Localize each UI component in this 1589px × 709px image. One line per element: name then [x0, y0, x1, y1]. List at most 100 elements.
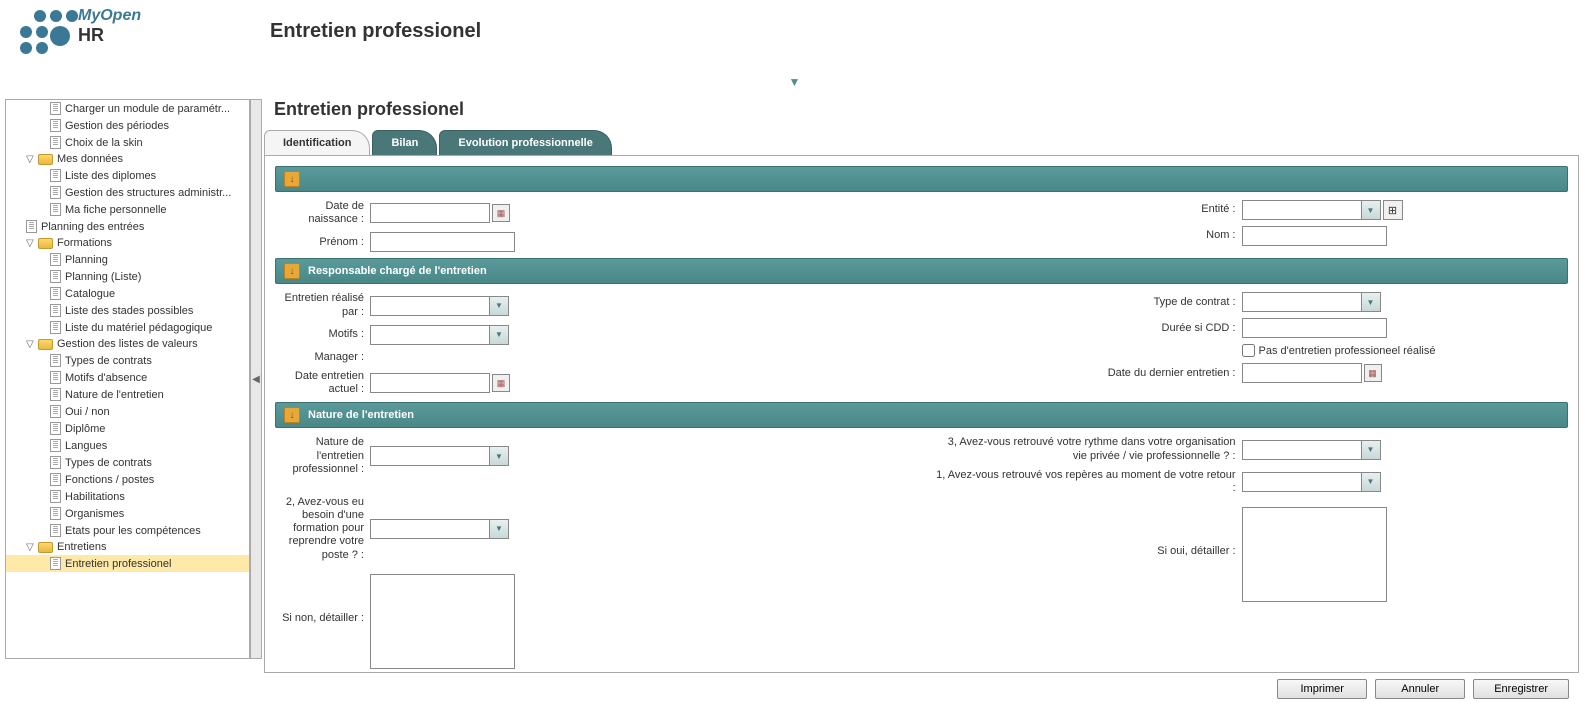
tree-item[interactable]: Liste des diplomes [6, 167, 249, 184]
sidebar-collapse-handle[interactable]: ◀ [250, 99, 262, 659]
tree-expand-icon[interactable]: ▽ [26, 154, 38, 165]
tree-item-label: Langues [65, 440, 107, 452]
dropdown-icon[interactable]: ▼ [1361, 200, 1381, 220]
tree-item[interactable]: Oui / non [6, 403, 249, 420]
tree-item[interactable]: Liste des stades possibles [6, 302, 249, 319]
tree-item[interactable]: Fonctions / postes [6, 471, 249, 488]
section-responsable: ↓ Responsable chargé de l'entretien [275, 258, 1568, 284]
label-motifs: Motifs : [275, 328, 370, 341]
calendar-icon[interactable]: ▦ [492, 204, 510, 222]
input-motifs[interactable] [370, 325, 490, 345]
input-date-naissance[interactable] [370, 203, 490, 223]
label-nature-entretien: Nature de l'entretien professionnel : [275, 436, 370, 476]
section-toggle-icon[interactable]: ↓ [284, 263, 300, 279]
input-duree-cdd[interactable] [1242, 318, 1387, 338]
tree-item[interactable]: Etats pour les compétences [6, 522, 249, 539]
dropdown-icon[interactable]: ▼ [1361, 292, 1381, 312]
collapse-header-icon[interactable]: ▼ [0, 75, 1589, 89]
tree-item[interactable]: ▽Gestion des listes de valeurs [6, 336, 249, 352]
file-icon [50, 439, 61, 452]
tree-item[interactable]: Types de contrats [6, 352, 249, 369]
tree-item[interactable]: ▽Mes données [6, 151, 249, 167]
dropdown-icon[interactable]: ▼ [489, 446, 509, 466]
dropdown-icon[interactable]: ▼ [1361, 440, 1381, 460]
app-logo: MyOpen HR [10, 5, 180, 65]
tree-item-label: Planning (Liste) [65, 271, 141, 283]
file-icon [50, 136, 61, 149]
tree-item[interactable]: Liste du matériel pédagogique [6, 319, 249, 336]
label-q3: 3, Avez-vous retrouvé votre rythme dans … [932, 436, 1242, 462]
tree-item[interactable]: Langues [6, 437, 249, 454]
section-responsable-title: Responsable chargé de l'entretien [308, 265, 487, 277]
tree-item[interactable]: Types de contrats [6, 454, 249, 471]
tree-expand-icon[interactable]: ▽ [26, 238, 38, 249]
tree-item[interactable]: Planning (Liste) [6, 268, 249, 285]
tree-item-label: Ma fiche personnelle [65, 204, 167, 216]
file-icon [50, 102, 61, 115]
tree-item[interactable]: Diplôme [6, 420, 249, 437]
tree-item[interactable]: Planning des entrées [6, 218, 249, 235]
tree-item[interactable]: Choix de la skin [6, 134, 249, 151]
checkbox-pas-entretien[interactable] [1242, 344, 1255, 357]
input-date-entretien-actuel[interactable] [370, 373, 490, 393]
tree-item-label: Planning [65, 254, 108, 266]
tree-item[interactable]: Charger un module de paramétr... [6, 100, 249, 117]
dropdown-icon[interactable]: ▼ [489, 325, 509, 345]
file-icon [50, 304, 61, 317]
tree-item[interactable]: Planning [6, 251, 249, 268]
save-button[interactable]: Enregistrer [1473, 679, 1569, 699]
file-icon [26, 220, 37, 233]
tree-item[interactable]: Gestion des structures administr... [6, 184, 249, 201]
lookup-icon[interactable]: ⊞ [1383, 200, 1403, 220]
cancel-button[interactable]: Annuler [1375, 679, 1465, 699]
section-toggle-icon[interactable]: ↓ [284, 171, 300, 187]
tree-item[interactable]: ▽ Entretiens [6, 539, 249, 555]
dropdown-icon[interactable]: ▼ [489, 519, 509, 539]
tree-item[interactable]: Motifs d'absence [6, 369, 249, 386]
tree-item[interactable]: Ma fiche personnelle [6, 201, 249, 218]
calendar-icon[interactable]: ▦ [1364, 364, 1382, 382]
file-icon [50, 287, 61, 300]
tree-item-label: Entretiens [57, 541, 107, 553]
tree-item[interactable]: Habilitations [6, 488, 249, 505]
input-q1[interactable] [1242, 472, 1362, 492]
tab-bilan[interactable]: Bilan [372, 130, 437, 155]
input-entretien-realise-par[interactable] [370, 296, 490, 316]
section-toggle-icon[interactable]: ↓ [284, 407, 300, 423]
file-icon [50, 557, 61, 570]
tree-item[interactable]: Nature de l'entretien [6, 386, 249, 403]
input-nature-entretien[interactable] [370, 446, 490, 466]
tree-item-label: Planning des entrées [41, 221, 144, 233]
folder-icon [38, 339, 53, 350]
tree-item-label: Nature de l'entretien [65, 389, 164, 401]
tab-identification[interactable]: Identification [264, 130, 370, 155]
tree-item-label: Charger un module de paramétr... [65, 103, 230, 115]
tree-expand-icon[interactable]: ▽ [26, 542, 38, 553]
label-duree-cdd: Durée si CDD : [932, 322, 1242, 335]
tree-item[interactable]: Entretien professionel [6, 555, 249, 572]
input-q2[interactable] [370, 519, 490, 539]
input-q3[interactable] [1242, 440, 1362, 460]
input-date-dernier-entretien[interactable] [1242, 363, 1362, 383]
calendar-icon[interactable]: ▦ [492, 374, 510, 392]
tree-item-label: Liste des diplomes [65, 170, 156, 182]
textarea-si-non[interactable] [370, 574, 515, 669]
tree-item-label: Organismes [65, 508, 124, 520]
label-entite: Entité : [932, 203, 1242, 216]
input-entite[interactable] [1242, 200, 1362, 220]
tree-expand-icon[interactable]: ▽ [26, 339, 38, 350]
tree-item[interactable]: Organismes [6, 505, 249, 522]
input-prenom[interactable] [370, 232, 515, 252]
input-nom[interactable] [1242, 226, 1387, 246]
input-type-contrat[interactable] [1242, 292, 1362, 312]
file-icon [50, 119, 61, 132]
tree-item[interactable]: Catalogue [6, 285, 249, 302]
dropdown-icon[interactable]: ▼ [489, 296, 509, 316]
print-button[interactable]: Imprimer [1277, 679, 1367, 699]
tree-item-label: Entretien professionel [65, 558, 171, 570]
tree-item[interactable]: ▽Formations [6, 235, 249, 251]
tree-item[interactable]: Gestion des périodes [6, 117, 249, 134]
tab-evolution-professionnelle[interactable]: Evolution professionnelle [439, 130, 611, 155]
dropdown-icon[interactable]: ▼ [1361, 472, 1381, 492]
textarea-si-oui[interactable] [1242, 507, 1387, 602]
